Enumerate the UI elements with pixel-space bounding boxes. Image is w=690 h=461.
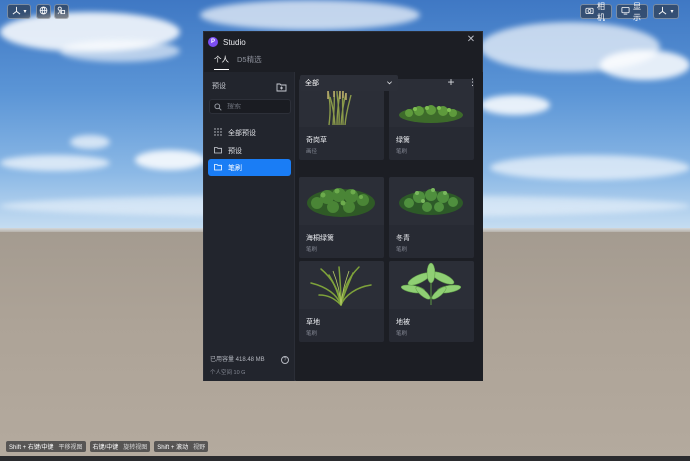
hint-desc: 旋转视图 bbox=[123, 445, 148, 451]
search-icon bbox=[214, 98, 222, 116]
asset-grid: 奇岗草 画径 绿篱 笔刷 海桐绿篱 笔刷 冬青 笔刷 草地 笔刷 地被 笔刷 bbox=[297, 79, 483, 381]
asset-card[interactable]: 海桐绿篱 笔刷 bbox=[299, 177, 384, 258]
chevron-down-icon bbox=[386, 79, 393, 88]
search-input[interactable] bbox=[227, 103, 287, 110]
panel-title-bar: P Studio bbox=[208, 36, 246, 48]
asset-type: 笔刷 bbox=[396, 149, 408, 155]
display-label: 显示 bbox=[633, 1, 641, 22]
sidebar-item-brushes[interactable]: 笔刷 bbox=[208, 159, 291, 176]
asset-card[interactable]: 奇岗草 画径 bbox=[299, 79, 384, 160]
transform-icon bbox=[12, 6, 21, 17]
shortcut-hints: Shift + 右键/中键 平移视图 右键/中键 旋转视图 Shift + 滚动… bbox=[6, 441, 209, 452]
storage-used: 已用容量 418.48 MB bbox=[210, 357, 265, 363]
camera-icon bbox=[585, 6, 594, 17]
sidebar-item-label: 笔刷 bbox=[228, 164, 242, 172]
folder-icon bbox=[214, 163, 222, 173]
user-icon bbox=[658, 6, 667, 17]
asset-browser: 奇岗草 画径 绿篱 笔刷 海桐绿篱 笔刷 冬青 笔刷 草地 笔刷 地被 笔刷 全… bbox=[296, 72, 483, 381]
asset-thumbnail-hosta bbox=[389, 261, 474, 309]
add-icon[interactable]: + bbox=[446, 76, 456, 88]
hint-keys: Shift + 右键/中键 bbox=[9, 445, 54, 451]
asset-name: 海桐绿篱 bbox=[306, 235, 334, 242]
globe-icon bbox=[39, 6, 48, 17]
transform-tool-button[interactable]: ▾ bbox=[7, 4, 31, 19]
close-icon[interactable]: ✕ bbox=[466, 35, 476, 45]
hint-pan: Shift + 右键/中键 平移视图 bbox=[6, 441, 86, 452]
hint-rotate: 右键/中键 旋转视图 bbox=[89, 441, 151, 452]
sidebar-heading: 预设 bbox=[212, 83, 226, 90]
sidebar: 预设 全部预设 预设 笔刷 已用容量 4 bbox=[204, 72, 295, 381]
profile-button[interactable]: ▾ bbox=[653, 4, 679, 19]
chevron-down-icon: ▾ bbox=[670, 9, 674, 15]
more-options-icon[interactable]: ⋮ bbox=[468, 76, 477, 88]
hint-keys: 右键/中键 bbox=[92, 445, 119, 451]
scene-icon bbox=[57, 6, 66, 17]
tab-personal[interactable]: 个人 bbox=[214, 54, 229, 70]
camera-button[interactable]: 相机 bbox=[580, 2, 612, 22]
grid-icon bbox=[214, 127, 222, 138]
studio-logo-icon: P bbox=[208, 37, 218, 47]
asset-type: 笔刷 bbox=[396, 247, 408, 253]
camera-label: 相机 bbox=[597, 1, 605, 22]
panel-tabs: 个人 D5精选 bbox=[214, 54, 262, 70]
help-icon[interactable]: ? bbox=[281, 356, 289, 364]
asset-name: 草地 bbox=[306, 319, 320, 326]
asset-card[interactable]: 地被 笔刷 bbox=[389, 261, 474, 342]
tab-d5-featured[interactable]: D5精选 bbox=[237, 54, 262, 70]
hint-keys: Shift + 滚动 bbox=[157, 445, 189, 451]
asset-thumbnail-hedge-green bbox=[389, 79, 474, 127]
asset-name: 绿篱 bbox=[396, 137, 410, 144]
status-bar bbox=[0, 456, 690, 461]
filter-value: 全部 bbox=[305, 80, 319, 87]
sidebar-item-all-presets[interactable]: 全部预设 bbox=[208, 124, 291, 141]
sidebar-item-label: 全部预设 bbox=[228, 129, 256, 137]
asset-card[interactable]: 冬青 笔刷 bbox=[389, 177, 474, 258]
scene-button[interactable] bbox=[54, 4, 69, 19]
asset-type: 画径 bbox=[306, 149, 318, 155]
asset-type: 笔刷 bbox=[396, 331, 408, 337]
search-box bbox=[209, 99, 291, 114]
asset-thumbnail-hedge-dark bbox=[299, 177, 384, 225]
asset-thumbnail-grass-clump bbox=[299, 261, 384, 309]
asset-name: 地被 bbox=[396, 319, 410, 326]
chevron-down-icon: ▾ bbox=[23, 9, 27, 15]
asset-type: 笔刷 bbox=[306, 331, 318, 337]
hint-desc: 平移视图 bbox=[58, 445, 83, 451]
folder-icon bbox=[214, 146, 222, 156]
studio-panel: P Studio ✕ 个人 D5精选 预设 全部预设 预设 bbox=[203, 31, 483, 381]
sidebar-item-presets[interactable]: 预设 bbox=[208, 142, 291, 159]
display-icon bbox=[621, 6, 630, 17]
new-folder-icon[interactable] bbox=[276, 79, 287, 92]
hint-fov: Shift + 滚动 视野 bbox=[154, 441, 209, 452]
category-filter-select[interactable]: 全部 bbox=[300, 75, 398, 91]
asset-name: 奇岗草 bbox=[306, 137, 327, 144]
globe-button[interactable] bbox=[36, 4, 51, 19]
storage-total: 个人空间 10 G bbox=[210, 370, 246, 376]
asset-name: 冬青 bbox=[396, 235, 410, 242]
hint-desc: 视野 bbox=[193, 445, 206, 451]
asset-thumbnail-holly bbox=[389, 177, 474, 225]
panel-title: Studio bbox=[223, 37, 246, 47]
display-button[interactable]: 显示 bbox=[616, 2, 648, 22]
asset-card[interactable]: 绿篱 笔刷 bbox=[389, 79, 474, 160]
asset-type: 笔刷 bbox=[306, 247, 318, 253]
sidebar-item-label: 预设 bbox=[228, 147, 242, 155]
asset-card[interactable]: 草地 笔刷 bbox=[299, 261, 384, 342]
